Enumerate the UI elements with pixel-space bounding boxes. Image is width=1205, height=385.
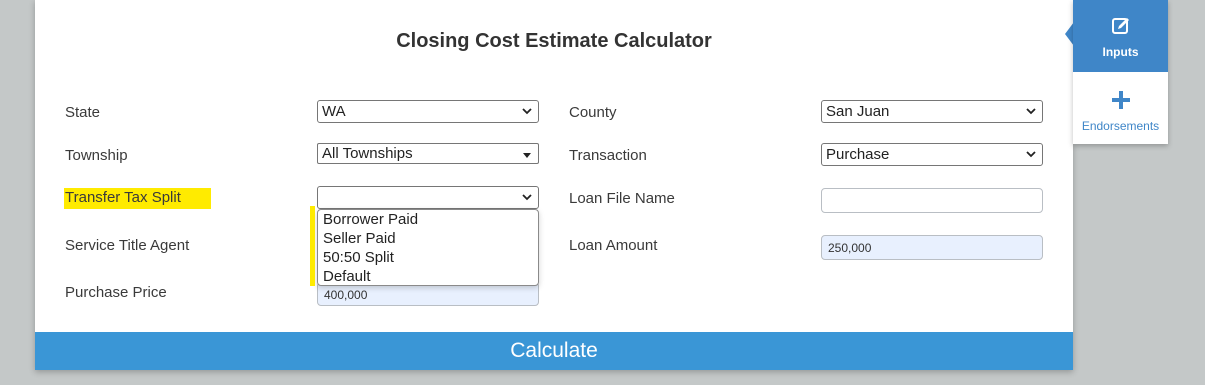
dropdown-option-borrower-paid[interactable]: Borrower Paid	[318, 211, 538, 230]
dropdown-option-seller-paid[interactable]: Seller Paid	[318, 230, 538, 249]
purchase-price-label: Purchase Price	[65, 284, 167, 301]
plus-icon	[1112, 91, 1130, 109]
tab-endorsements[interactable]: Endorsements	[1073, 72, 1168, 144]
state-label: State	[65, 104, 101, 121]
chevron-down-icon	[522, 108, 532, 115]
tab-inputs-label: Inputs	[1102, 45, 1139, 59]
transfer-tax-split-select[interactable]	[317, 186, 539, 209]
chevron-down-icon	[1026, 151, 1036, 158]
transfer-tax-split-label: Transfer Tax Split	[64, 188, 211, 209]
side-tab-panel: Inputs Endorsements	[1073, 0, 1168, 144]
transaction-select-value: Purchase	[826, 146, 890, 163]
county-select[interactable]: San Juan	[821, 100, 1043, 123]
edit-icon	[1112, 18, 1129, 34]
caret-down-icon	[523, 153, 531, 158]
highlight-marker	[310, 206, 315, 286]
township-select[interactable]: All Townships	[317, 143, 539, 164]
service-title-agent-label: Service Title Agent	[65, 237, 190, 254]
chevron-down-icon	[522, 194, 532, 201]
dropdown-option-default[interactable]: Default	[318, 268, 538, 287]
loan-amount-label: Loan Amount	[569, 237, 658, 254]
township-select-value: All Townships	[322, 145, 413, 162]
loan-file-name-label: Loan File Name	[569, 190, 675, 207]
transfer-tax-split-label-text: Transfer Tax Split	[64, 188, 211, 209]
county-label: County	[569, 104, 617, 121]
transaction-label: Transaction	[569, 147, 647, 164]
transfer-tax-split-dropdown: Borrower Paid Seller Paid 50:50 Split De…	[317, 209, 539, 286]
tab-endorsements-label: Endorsements	[1081, 119, 1160, 133]
page-title: Closing Cost Estimate Calculator	[396, 30, 712, 52]
county-select-value: San Juan	[826, 103, 890, 120]
loan-amount-input[interactable]: 250,000	[821, 235, 1043, 260]
chevron-down-icon	[1026, 108, 1036, 115]
calculate-button[interactable]: Calculate	[35, 332, 1073, 370]
dropdown-option-50-50-split[interactable]: 50:50 Split	[318, 249, 538, 268]
state-select[interactable]: WA	[317, 100, 539, 123]
tab-inputs[interactable]: Inputs	[1073, 0, 1168, 72]
township-label: Township	[65, 147, 128, 164]
transaction-select[interactable]: Purchase	[821, 143, 1043, 166]
state-select-value: WA	[322, 103, 346, 120]
loan-file-name-input[interactable]	[821, 188, 1043, 213]
calculator-card: Closing Cost Estimate Calculator State T…	[35, 0, 1073, 370]
